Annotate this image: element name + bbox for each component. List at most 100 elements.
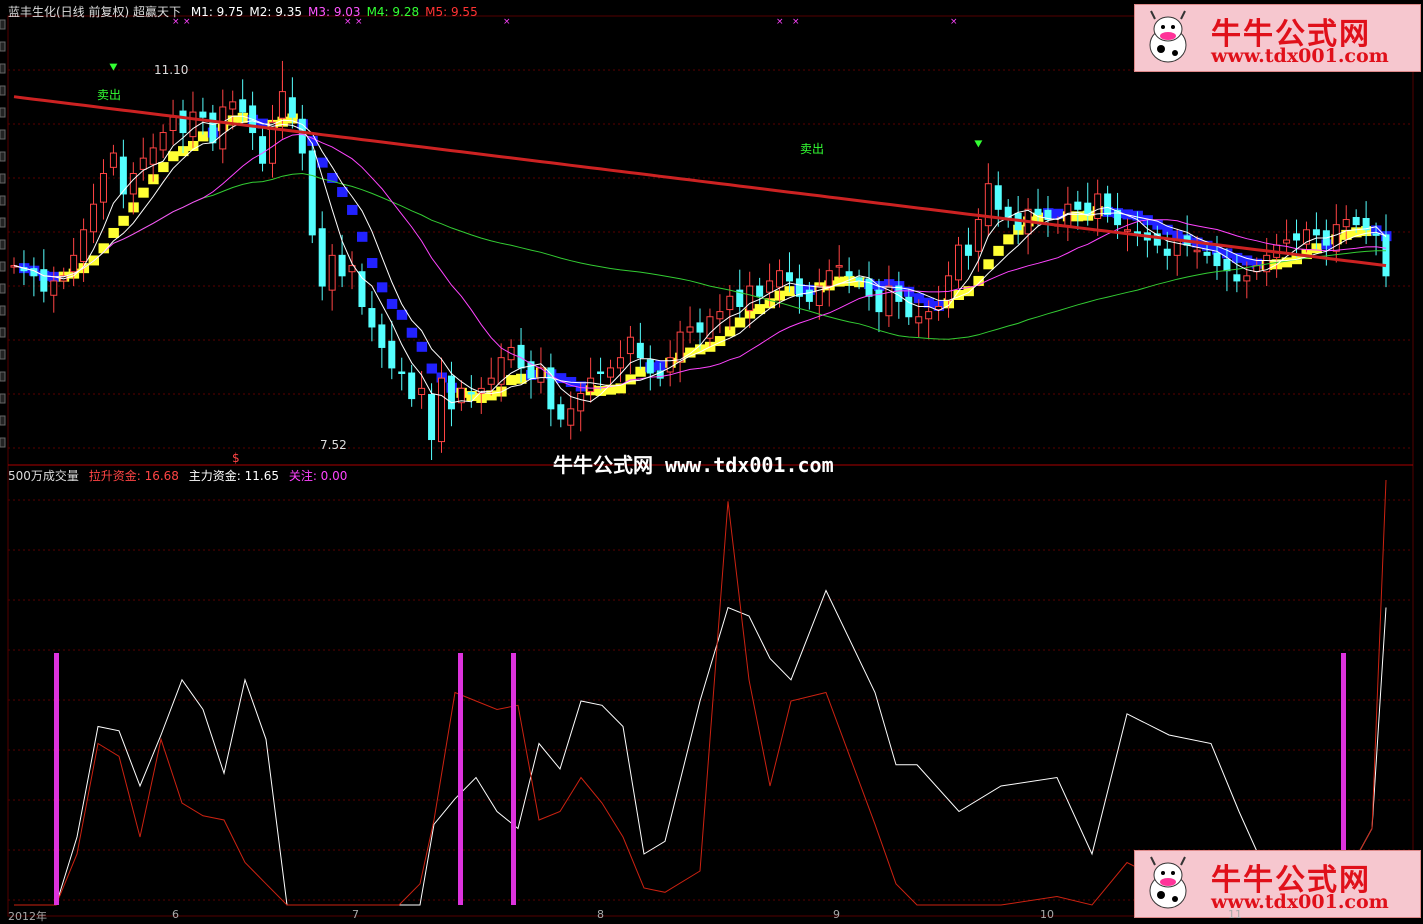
- candle-down: [964, 244, 972, 256]
- candle-down: [318, 228, 326, 287]
- trend-band-block: [108, 227, 119, 238]
- candle-up: [229, 101, 237, 110]
- candle-up: [70, 254, 78, 273]
- candle-down: [865, 278, 873, 297]
- candle-up: [1283, 239, 1291, 244]
- candle-up: [925, 311, 933, 320]
- candle-down: [388, 340, 396, 369]
- low-price-label: 7.52: [320, 438, 347, 452]
- candle-up: [50, 280, 58, 296]
- toolbar-tick-icon: [0, 85, 6, 96]
- candle-up: [1193, 249, 1201, 253]
- candle-up: [109, 152, 117, 168]
- trend-band-block: [118, 215, 129, 226]
- guanzhu-bar: [458, 653, 463, 905]
- toolbar-tick-icon: [0, 371, 6, 382]
- candle-down: [1293, 233, 1301, 241]
- stock-title: 蓝丰生化(日线 前复权) 超赢天下: [8, 5, 181, 19]
- cow-logo-icon: [1149, 856, 1187, 909]
- candle-up: [746, 285, 754, 312]
- candle-up: [219, 106, 227, 150]
- trend-band-block: [426, 363, 438, 374]
- candle-down: [994, 185, 1002, 210]
- candle-up: [815, 285, 823, 306]
- candle-up: [169, 116, 177, 132]
- candle-up: [1243, 275, 1251, 282]
- cow-logo-icon: [1149, 10, 1187, 63]
- candle-down: [398, 371, 406, 374]
- ma-line-white-slow: [13, 119, 1387, 395]
- candle-up: [825, 270, 833, 287]
- candle-up: [686, 326, 694, 333]
- candle-up: [676, 331, 684, 363]
- toolbar-tick-icon: [0, 415, 6, 426]
- candle-up: [90, 203, 98, 233]
- lashen-line: [14, 479, 1387, 906]
- toolbar-tick-icon: [0, 437, 6, 448]
- candle-up: [954, 244, 962, 281]
- toolbar-tick-icon: [0, 217, 6, 228]
- candle-up: [587, 377, 595, 392]
- candle-up: [487, 377, 495, 385]
- dollar-marker: $: [232, 451, 240, 465]
- candle-up: [776, 270, 784, 288]
- candle-down: [756, 285, 764, 297]
- lashen-value: 拉升资金: 16.68: [88, 469, 179, 483]
- candle-up: [716, 311, 724, 320]
- candle-down: [557, 404, 565, 420]
- x-label: 7: [352, 908, 359, 921]
- sell-label-2: 卖出: [800, 142, 825, 156]
- sell-arrow-icon: [974, 140, 983, 148]
- trend-band-block: [983, 259, 994, 270]
- guanzhu-bar: [54, 653, 59, 905]
- candle-down: [1163, 248, 1171, 256]
- candle-up: [726, 295, 734, 311]
- toolbar-tick-icon: [0, 195, 6, 206]
- candle-down: [845, 271, 853, 277]
- candle-up: [1342, 219, 1350, 228]
- toolbar-tick-icon: [0, 261, 6, 272]
- trend-band-block: [1003, 234, 1014, 245]
- candle-down: [636, 342, 644, 359]
- candle-down: [597, 371, 605, 374]
- candle-down: [1034, 208, 1042, 215]
- candle-down: [696, 322, 704, 333]
- main-header: 蓝丰生化(日线 前复权) 超赢天下 M1: 9.75 M2: 9.35 M3: 9.…: [8, 3, 490, 20]
- candle-down: [1223, 258, 1231, 272]
- candle-up: [149, 147, 157, 165]
- trend-band-block: [158, 162, 169, 173]
- top-x-marker: ×: [792, 17, 800, 27]
- candle-down: [1153, 233, 1161, 246]
- sell-arrow-icon: [109, 63, 118, 71]
- center-watermark: 牛牛公式网 www.tdx001.com: [553, 453, 834, 477]
- candle-down: [1312, 229, 1320, 236]
- candle-down: [179, 110, 187, 134]
- x-label: 9: [833, 908, 840, 921]
- toolbar-tick-icon: [0, 349, 6, 360]
- ma-label-1: M1: 9.75: [190, 5, 244, 19]
- candle-up: [607, 367, 615, 378]
- candle-up: [99, 172, 107, 203]
- candle-down: [1203, 251, 1211, 256]
- candle-up: [666, 357, 674, 373]
- candle-down: [378, 324, 386, 348]
- trend-band-block: [168, 151, 179, 162]
- toolbar-tick-icon: [0, 283, 6, 294]
- toolbar-tick-icon: [0, 19, 6, 30]
- high-price-label: 11.10: [154, 63, 189, 77]
- ma-label-4: M4: 9.28: [366, 5, 420, 19]
- toolbar-tick-icon: [0, 151, 6, 162]
- toolbar-tick-icon: [0, 41, 6, 52]
- watermark-bottom: 牛牛公式网 www.tdx001.com: [1134, 850, 1421, 918]
- candle-up: [418, 387, 426, 396]
- zhuli-value: 主力资金: 11.65: [188, 469, 279, 483]
- candle-up: [945, 275, 953, 301]
- toolbar-tick-icon: [0, 327, 6, 338]
- candle-down: [209, 112, 217, 144]
- candle-down: [1233, 274, 1241, 282]
- toolbar-tick-icon: [0, 63, 6, 74]
- candle-up: [1094, 193, 1102, 220]
- x-label: 6: [172, 908, 179, 921]
- candle-down: [239, 99, 247, 113]
- trend-band-block: [138, 187, 149, 198]
